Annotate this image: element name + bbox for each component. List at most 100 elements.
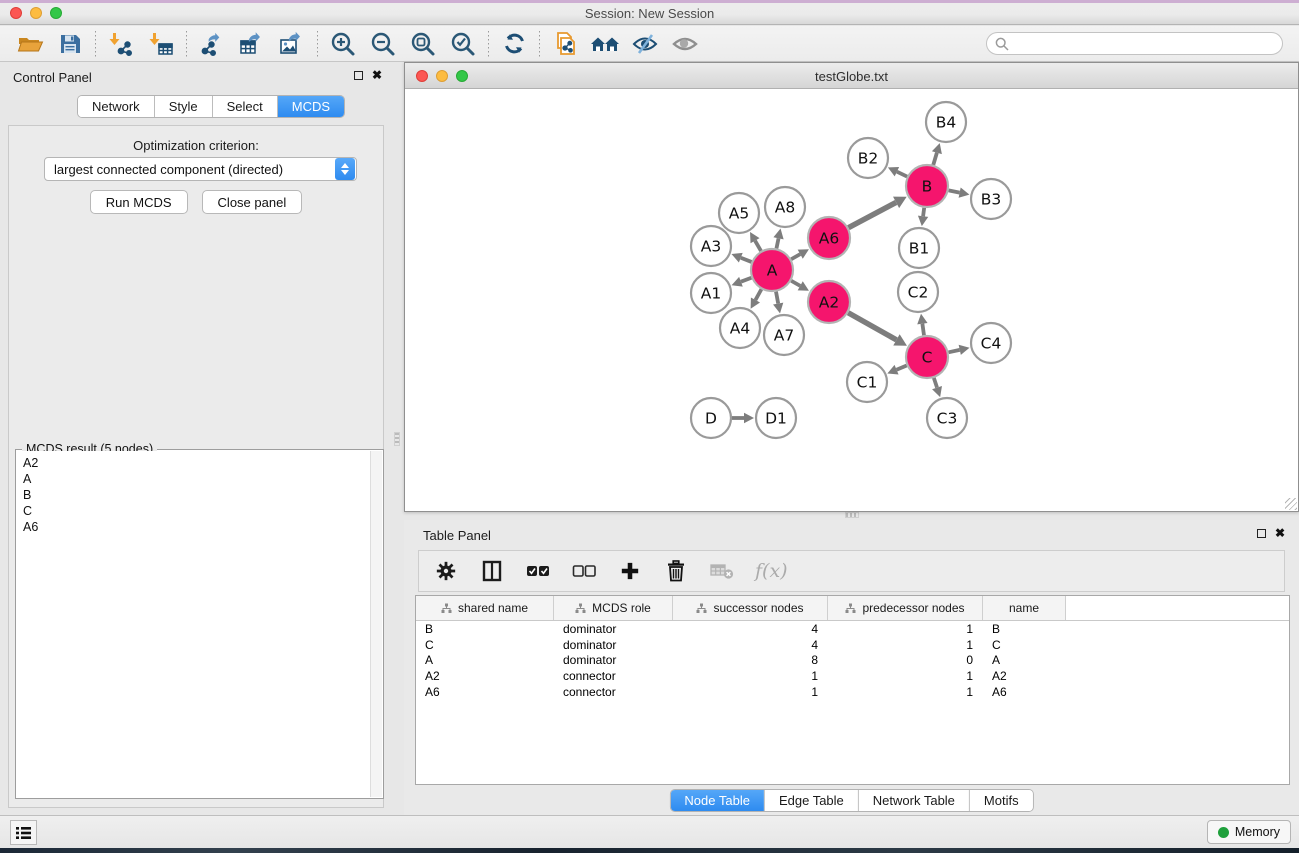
refresh-button[interactable] [494,29,534,59]
graph-edge-B-B2[interactable] [897,172,907,177]
graph-node-B1[interactable]: B1 [899,228,939,268]
column-header-name[interactable]: name [983,596,1066,620]
export-network-button[interactable] [192,29,232,59]
graph-edge-B-B1[interactable] [923,208,924,216]
graph-edge-A-A8[interactable] [776,238,778,248]
float-table-panel-icon[interactable] [1257,529,1266,538]
close-table-panel-icon[interactable]: ✖ [1275,528,1285,538]
home-button[interactable] [585,29,625,59]
copy-network-button[interactable] [545,29,585,59]
graph-node-C4[interactable]: C4 [971,323,1011,363]
graph-edge-B-B4[interactable] [933,153,937,165]
horizontal-splitter-grip[interactable] [845,512,859,518]
table-row[interactable]: Bdominator41B [416,621,1289,637]
table-row[interactable]: Adominator80A [416,653,1289,669]
save-session-button[interactable] [50,29,90,59]
mcds-result-scrollbar[interactable] [370,451,382,797]
tab-network[interactable]: Network [78,96,155,117]
hide-selected-button[interactable] [625,29,665,59]
float-panel-icon[interactable] [354,71,363,80]
zoom-selected-button[interactable] [443,29,483,59]
window-resize-grip[interactable] [1285,498,1297,510]
graph-node-C1[interactable]: C1 [847,362,887,402]
graph-edge-A6-B[interactable] [848,202,896,227]
graph-node-A5[interactable]: A5 [719,193,759,233]
graph-node-C3[interactable]: C3 [927,398,967,438]
function-builder-button[interactable]: f(x) [755,560,788,582]
graph-node-D[interactable]: D [691,398,731,438]
table-row[interactable]: Cdominator41C [416,637,1289,653]
graph-edge-A-A2[interactable] [791,281,800,286]
graph-node-C2[interactable]: C2 [898,272,938,312]
column-header-successor-nodes[interactable]: successor nodes [673,596,828,620]
vertical-splitter-grip[interactable] [394,432,400,446]
show-columns-button[interactable] [479,558,505,584]
graph-node-A3[interactable]: A3 [691,226,731,266]
graph-edge-A-A7[interactable] [776,292,778,304]
tab-network-table[interactable]: Network Table [859,790,970,811]
graph-edge-C-C3[interactable] [934,378,937,388]
graph-edge-A-A5[interactable] [755,241,761,251]
graph-node-B4[interactable]: B4 [926,102,966,142]
graph-edge-A2-C[interactable] [848,313,896,340]
graph-edge-B-B3[interactable] [949,190,960,192]
optimization-criterion-dropdown[interactable]: largest connected component (directed) [44,157,357,181]
graph-node-B2[interactable]: B2 [848,138,888,178]
graph-edge-A-A3[interactable] [741,258,752,262]
tab-select[interactable]: Select [213,96,278,117]
memory-button[interactable]: Memory [1207,820,1291,844]
zoom-fit-button[interactable] [403,29,443,59]
zoom-in-button[interactable] [323,29,363,59]
graph-node-A2[interactable]: A2 [808,281,850,323]
table-row[interactable]: A2connector11A2 [416,668,1289,684]
mcds-result-list[interactable]: A2ABCA6 [17,451,370,797]
graph-edge-C-C4[interactable] [948,350,959,352]
table-options-button[interactable] [433,558,459,584]
import-network-button[interactable] [101,29,141,59]
table-row[interactable]: A6connector11A6 [416,684,1289,700]
mcds-result-item[interactable]: C [23,503,364,519]
graph-node-D1[interactable]: D1 [756,398,796,438]
graph-node-A7[interactable]: A7 [764,315,804,355]
import-table-button[interactable] [141,29,181,59]
graph-node-A6[interactable]: A6 [808,217,850,259]
graph-node-B3[interactable]: B3 [971,179,1011,219]
select-all-button[interactable] [525,558,551,584]
graph-edge-A-A6[interactable] [791,254,800,259]
task-history-button[interactable] [10,820,37,845]
column-header-predecessor-nodes[interactable]: predecessor nodes [828,596,983,620]
graph-node-A1[interactable]: A1 [691,273,731,313]
graph-node-A4[interactable]: A4 [720,308,760,348]
close-panel-button[interactable]: Close panel [202,190,303,214]
graph-edge-C-C1[interactable] [897,365,907,369]
tab-motifs[interactable]: Motifs [970,790,1033,811]
graph-edge-C-C2[interactable] [922,324,924,336]
delete-column-button[interactable] [663,558,689,584]
graph-node-A8[interactable]: A8 [765,187,805,227]
network-canvas[interactable]: AA1A2A3A4A5A6A7A8BB1B2B3B4CC1C2C3C4DD1 [405,89,1298,511]
tab-edge-table[interactable]: Edge Table [765,790,859,811]
graph-node-C[interactable]: C [906,336,948,378]
mcds-result-item[interactable]: B [23,487,364,503]
export-image-button[interactable] [272,29,312,59]
graph-node-B[interactable]: B [906,165,948,207]
add-column-button[interactable] [617,558,643,584]
mcds-result-item[interactable]: A6 [23,519,364,535]
zoom-out-button[interactable] [363,29,403,59]
tab-style[interactable]: Style [155,96,213,117]
mcds-result-item[interactable]: A [23,471,364,487]
tab-mcds[interactable]: MCDS [278,96,344,117]
column-header-MCDS-role[interactable]: MCDS role [554,596,673,620]
open-session-button[interactable] [10,29,50,59]
column-header-shared-name[interactable]: shared name [416,596,554,620]
search-input[interactable] [986,32,1283,55]
tab-node-table[interactable]: Node Table [670,790,765,811]
mcds-result-item[interactable]: A2 [23,455,364,471]
graph-edge-A-A1[interactable] [741,278,751,282]
delete-table-button[interactable] [709,558,735,584]
close-panel-icon[interactable]: ✖ [372,70,382,80]
export-table-button[interactable] [232,29,272,59]
show-all-button[interactable] [665,29,705,59]
deselect-all-button[interactable] [571,558,597,584]
run-mcds-button[interactable]: Run MCDS [90,190,188,214]
